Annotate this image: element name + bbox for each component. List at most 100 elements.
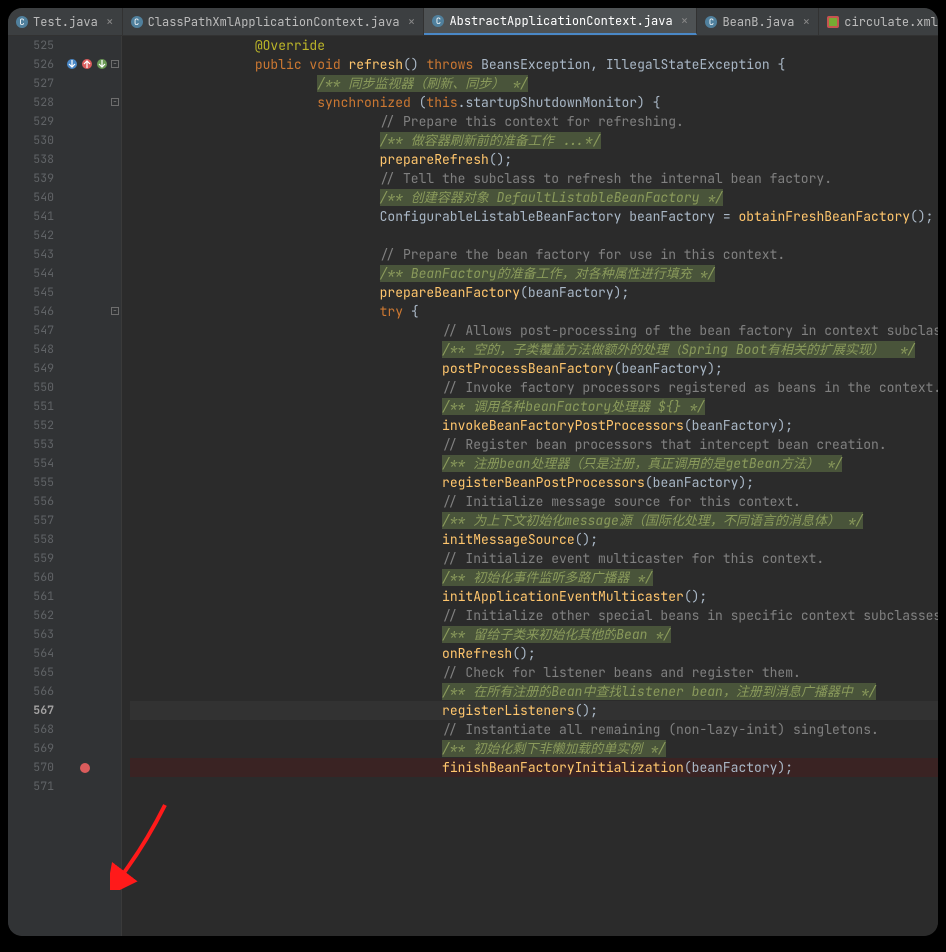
line-number[interactable]: 530 (8, 131, 64, 150)
line-number[interactable]: 543 (8, 245, 64, 264)
code-line[interactable]: @Override (130, 36, 938, 55)
line-number[interactable]: 564 (8, 644, 64, 663)
code-line[interactable]: ConfigurableListableBeanFactory beanFact… (130, 207, 938, 226)
line-number[interactable]: 526 (8, 55, 64, 74)
line-number[interactable]: 550 (8, 378, 64, 397)
line-number[interactable]: 562 (8, 606, 64, 625)
code-line[interactable]: /** 创建容器对象 DefaultListableBeanFactory */ (130, 188, 938, 207)
gutter-icon-slot (64, 625, 108, 644)
code-line[interactable]: // Register bean processors that interce… (130, 435, 938, 454)
breakpoint-icon[interactable] (80, 763, 90, 773)
code-line[interactable]: initMessageSource(); (130, 530, 938, 549)
fold-toggle-icon[interactable]: − (111, 307, 119, 315)
line-number[interactable]: 571 (8, 777, 64, 796)
code-line[interactable]: /** 为上下文初始化message源（国际化处理，不同语言的消息体） */ (130, 511, 938, 530)
code-line[interactable]: registerBeanPostProcessors(beanFactory); (130, 473, 938, 492)
line-number[interactable]: 542 (8, 226, 64, 245)
tab-circulate-xml[interactable]: circulate.xml× (819, 8, 938, 35)
line-number[interactable]: 544 (8, 264, 64, 283)
line-number[interactable]: 556 (8, 492, 64, 511)
line-number[interactable]: 559 (8, 549, 64, 568)
code-line[interactable]: /** 调用各种beanFactory处理器 ${} */ (130, 397, 938, 416)
code-token: BeansException (481, 56, 590, 73)
line-number[interactable]: 547 (8, 321, 64, 340)
close-tab-icon[interactable]: × (681, 12, 689, 29)
code-line[interactable]: // Initialize event multicaster for this… (130, 549, 938, 568)
code-line[interactable]: /** 留给子类来初始化其他的Bean */ (130, 625, 938, 644)
code-line[interactable]: // Prepare this context for refreshing. (130, 112, 938, 131)
code-line[interactable]: // Initialize message source for this co… (130, 492, 938, 511)
code-line[interactable]: // Allows post-processing of the bean fa… (130, 321, 938, 340)
code-line[interactable]: synchronized (this.startupShutdownMonito… (130, 93, 938, 112)
line-number[interactable]: 566 (8, 682, 64, 701)
line-number[interactable]: 558 (8, 530, 64, 549)
fold-toggle-icon[interactable]: − (111, 98, 119, 106)
code-line[interactable]: invokeBeanFactoryPostProcessors(beanFact… (130, 416, 938, 435)
line-number[interactable]: 528 (8, 93, 64, 112)
code-line[interactable]: registerListeners(); (130, 701, 938, 720)
fold-toggle-icon[interactable]: − (111, 60, 119, 68)
tab-abstractapplicationcontext-java[interactable]: CAbstractApplicationContext.java× (424, 8, 697, 35)
line-number[interactable]: 525 (8, 36, 64, 55)
tab-test-java[interactable]: CTest.java× (8, 8, 123, 35)
tab-classpathxmlapplicationcontext-java[interactable]: CClassPathXmlApplicationContext.java× (123, 8, 425, 35)
code-line[interactable]: /** 注册bean处理器（只是注册，真正调用的是getBean方法） */ (130, 454, 938, 473)
line-number[interactable]: 546 (8, 302, 64, 321)
line-number[interactable]: 567 (8, 701, 64, 720)
override-gutter-icons[interactable] (66, 58, 108, 70)
line-number[interactable]: 560 (8, 568, 64, 587)
code-line[interactable]: // Prepare the bean factory for use in t… (130, 245, 938, 264)
line-number[interactable]: 539 (8, 169, 64, 188)
close-tab-icon[interactable]: × (802, 13, 810, 30)
line-number[interactable]: 552 (8, 416, 64, 435)
line-number[interactable]: 527 (8, 74, 64, 93)
code-line[interactable]: /** 在所有注册的Bean中查找listener bean，注册到消息广播器中… (130, 682, 938, 701)
code-line[interactable]: /** 空的，子类覆盖方法做额外的处理（Spring Boot有相关的扩展实现）… (130, 340, 938, 359)
code-line[interactable]: /** 做容器刷新前的准备工作 ...*/ (130, 131, 938, 150)
line-number[interactable]: 541 (8, 207, 64, 226)
code-line[interactable]: // Check for listener beans and register… (130, 663, 938, 682)
code-line[interactable] (130, 777, 938, 796)
line-number[interactable]: 545 (8, 283, 64, 302)
code-line[interactable]: prepareRefresh(); (130, 150, 938, 169)
code-line[interactable]: prepareBeanFactory(beanFactory); (130, 283, 938, 302)
code-line[interactable]: // Initialize other special beans in spe… (130, 606, 938, 625)
code-line[interactable]: postProcessBeanFactory(beanFactory); (130, 359, 938, 378)
line-number[interactable]: 565 (8, 663, 64, 682)
code-line[interactable]: /** BeanFactory的准备工作，对各种属性进行填充 */ (130, 264, 938, 283)
code-content[interactable]: @Override public void refresh() throws B… (122, 36, 938, 936)
code-line[interactable]: // Instantiate all remaining (non-lazy-i… (130, 720, 938, 739)
line-number[interactable]: 569 (8, 739, 64, 758)
code-line[interactable]: /** 初始化事件监听多路广播器 */ (130, 568, 938, 587)
code-line[interactable]: onRefresh(); (130, 644, 938, 663)
line-number[interactable]: 553 (8, 435, 64, 454)
code-line[interactable]: // Invoke factory processors registered … (130, 378, 938, 397)
code-token: /** 在所有注册的 (442, 683, 551, 700)
line-number[interactable]: 551 (8, 397, 64, 416)
line-number[interactable]: 563 (8, 625, 64, 644)
code-line[interactable]: /** 同步监视器（刷新、同步） */ (130, 74, 938, 93)
code-line[interactable]: finishBeanFactoryInitialization(beanFact… (130, 758, 938, 777)
code-token: ); (738, 474, 754, 491)
code-line[interactable]: initApplicationEventMulticaster(); (130, 587, 938, 606)
code-line[interactable]: /** 初始化剩下非懒加载的单实例 */ (130, 739, 938, 758)
line-number[interactable]: 549 (8, 359, 64, 378)
fold-slot: − (108, 93, 121, 112)
line-number[interactable]: 568 (8, 720, 64, 739)
code-line[interactable]: // Tell the subclass to refresh the inte… (130, 169, 938, 188)
code-line[interactable]: try { (130, 302, 938, 321)
line-number[interactable]: 557 (8, 511, 64, 530)
line-number[interactable]: 548 (8, 340, 64, 359)
code-line[interactable]: public void refresh() throws BeansExcept… (130, 55, 938, 74)
line-number[interactable]: 529 (8, 112, 64, 131)
line-number[interactable]: 538 (8, 150, 64, 169)
line-number[interactable]: 570 (8, 758, 64, 777)
close-tab-icon[interactable]: × (408, 13, 416, 30)
tab-beanb-java[interactable]: CBeanB.java× (697, 8, 819, 35)
code-line[interactable] (130, 226, 938, 245)
line-number[interactable]: 540 (8, 188, 64, 207)
close-tab-icon[interactable]: × (106, 13, 114, 30)
line-number[interactable]: 554 (8, 454, 64, 473)
line-number[interactable]: 555 (8, 473, 64, 492)
line-number[interactable]: 561 (8, 587, 64, 606)
